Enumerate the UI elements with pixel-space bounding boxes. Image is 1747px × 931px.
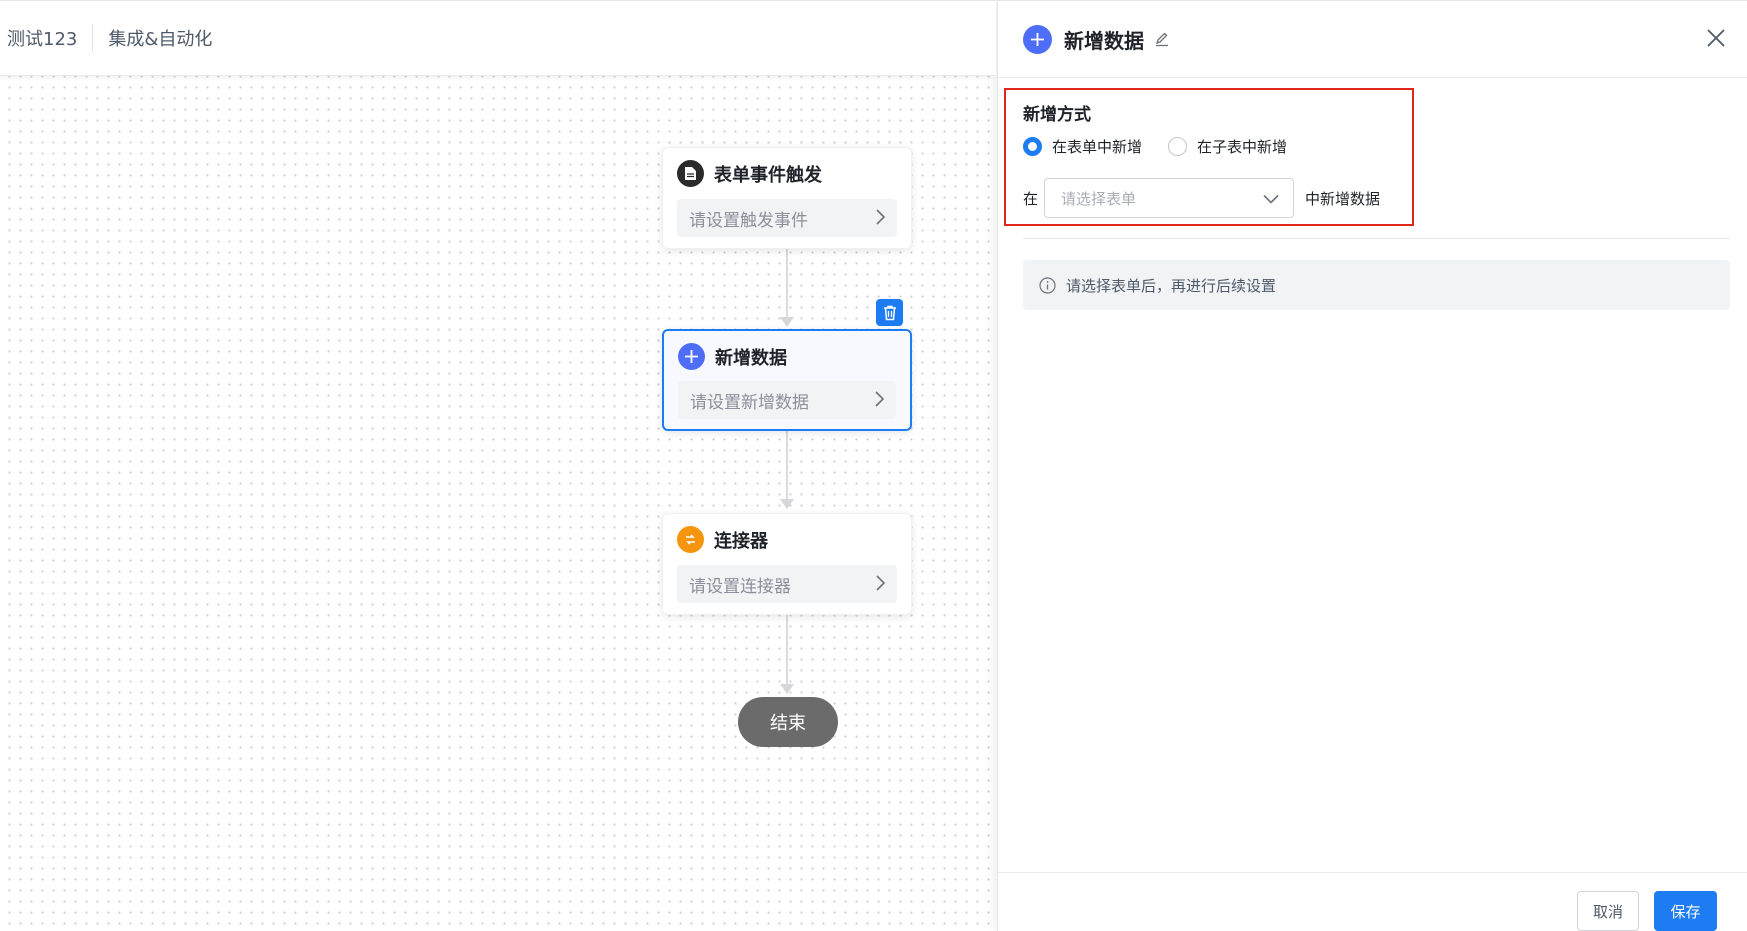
- app-name[interactable]: 测试123: [7, 25, 77, 51]
- chevron-right-icon: [875, 572, 886, 596]
- select-placeholder: 请选择表单: [1061, 189, 1137, 208]
- node-placeholder: 请设置触发事件: [689, 210, 808, 231]
- connector-arrow: [780, 684, 794, 694]
- select-prefix: 在: [1023, 189, 1039, 208]
- app-root: 测试123 集成&自动化 表单事件触发 请设置触发事件 新增数据 请设置新增数据…: [0, 0, 1747, 931]
- radio-checked-icon: [1023, 137, 1042, 156]
- radio-add-in-form[interactable]: 在表单中新增: [1023, 136, 1142, 157]
- connector-arrow: [780, 317, 794, 327]
- connector-line: [786, 431, 788, 501]
- document-icon: [677, 160, 704, 187]
- connector-line: [786, 247, 788, 319]
- section-divider: [1023, 238, 1730, 239]
- node-placeholder: 请设置连接器: [689, 576, 791, 597]
- top-bar: 测试123 集成&自动化: [0, 0, 996, 76]
- flow-node-connector[interactable]: 连接器 请设置连接器: [662, 513, 912, 615]
- chevron-right-icon: [874, 388, 885, 412]
- node-setting-entry[interactable]: 请设置连接器: [677, 565, 897, 603]
- info-text: 请选择表单后，再进行后续设置: [1066, 276, 1277, 295]
- radio-unchecked-icon: [1168, 137, 1188, 156]
- form-select[interactable]: 请选择表单: [1044, 178, 1295, 218]
- connector-arrow: [780, 499, 794, 509]
- trash-icon: [883, 305, 896, 320]
- node-placeholder: 请设置新增数据: [690, 392, 809, 413]
- section-title: 新增方式: [1023, 105, 1091, 125]
- drawer-title: 新增数据: [1064, 28, 1144, 53]
- close-icon[interactable]: [1706, 28, 1726, 52]
- info-notice: 请选择表单后，再进行后续设置: [1023, 260, 1730, 310]
- node-title: 连接器: [714, 530, 768, 552]
- chevron-down-icon: [1263, 189, 1279, 208]
- connector-line: [786, 614, 788, 686]
- radio-add-in-subform[interactable]: 在子表中新增: [1168, 136, 1287, 157]
- connector-icon: [677, 526, 704, 553]
- node-header: 连接器: [677, 526, 768, 553]
- delete-node-button[interactable]: [876, 299, 903, 326]
- info-icon: [1039, 276, 1056, 294]
- node-title: 表单事件触发: [714, 164, 822, 186]
- flow-end-node: 结束: [738, 697, 838, 747]
- node-header: 新增数据: [678, 343, 787, 370]
- node-title: 新增数据: [715, 347, 787, 369]
- node-setting-entry[interactable]: 请设置新增数据: [678, 381, 896, 419]
- flow-node-trigger[interactable]: 表单事件触发 请设置触发事件: [662, 147, 912, 249]
- flow-node-add-data[interactable]: 新增数据 请设置新增数据: [662, 329, 912, 431]
- plus-icon: [678, 343, 705, 370]
- breadcrumb-divider: [92, 24, 94, 52]
- drawer-header: 新增数据: [998, 0, 1747, 78]
- radio-label: 在子表中新增: [1197, 138, 1288, 156]
- plus-icon: [1023, 24, 1052, 54]
- chevron-right-icon: [875, 206, 886, 230]
- save-button[interactable]: 保存: [1654, 891, 1717, 931]
- select-suffix: 中新增数据: [1305, 189, 1381, 208]
- section-name[interactable]: 集成&自动化: [108, 25, 212, 51]
- add-mode-radio-group: 在表单中新增 在子表中新增: [1023, 136, 1313, 157]
- node-setting-entry[interactable]: 请设置触发事件: [677, 199, 897, 237]
- form-select-row: 在 请选择表单 中新增数据: [1023, 178, 1380, 218]
- radio-label: 在表单中新增: [1052, 138, 1143, 156]
- settings-drawer: 新增数据 新增方式 在表单中新增 在子表中新增 在 请选择表单 中新增数据 请选…: [997, 0, 1747, 931]
- edit-title-icon[interactable]: [1154, 31, 1170, 47]
- node-header: 表单事件触发: [677, 160, 822, 187]
- cancel-button[interactable]: 取消: [1577, 891, 1639, 931]
- drawer-footer: 取消 保存: [998, 872, 1747, 931]
